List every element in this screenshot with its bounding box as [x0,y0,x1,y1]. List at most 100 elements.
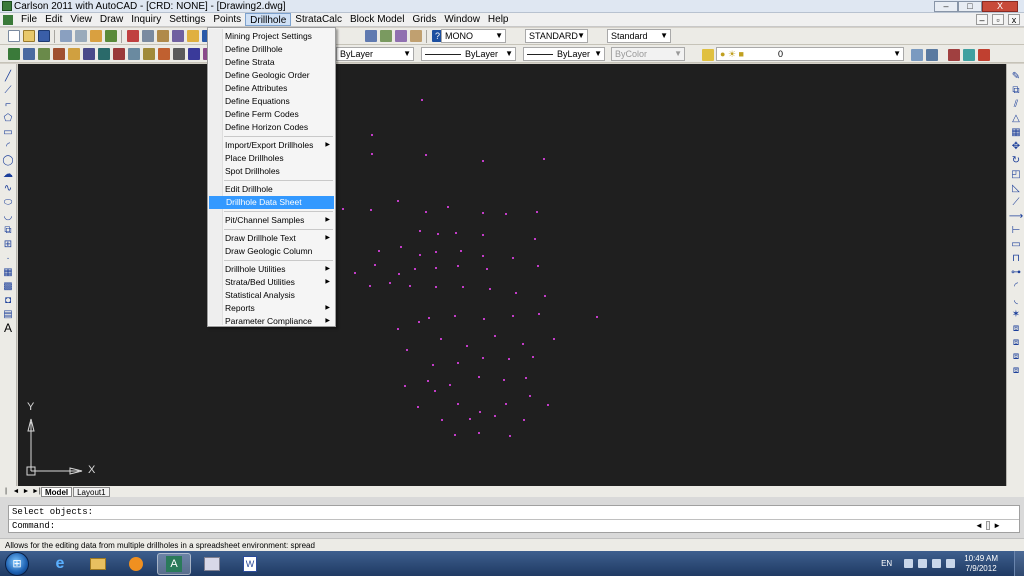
drillhole-point[interactable] [425,154,427,156]
rotate-icon[interactable]: ↻ [1010,154,1022,166]
polygon-icon[interactable]: ⬠ [2,112,14,124]
menu-item-define-ferm-codes[interactable]: Define Ferm Codes [208,108,335,121]
volume-icon[interactable] [946,559,956,568]
block-icon[interactable] [186,30,199,42]
rectangle-icon[interactable]: ▭ [2,126,14,138]
drillhole-point[interactable] [482,357,484,359]
join-icon[interactable]: ⊓ [1010,252,1022,264]
calculator-icon[interactable] [409,30,422,42]
carlson-tool-icon-2[interactable] [22,47,35,60]
drillhole-point[interactable] [536,211,538,213]
scroll-right-icon[interactable]: ► [993,521,1001,530]
drillhole-point[interactable] [486,268,488,270]
carlson-tool-icon-13[interactable] [187,47,200,60]
publish-icon[interactable] [89,30,102,42]
drillhole-point[interactable] [419,230,421,232]
draworder-under-icon[interactable]: ⧈ [1010,364,1022,376]
first-tab-button[interactable]: |◄ [2,487,10,504]
drillhole-point[interactable] [400,246,402,248]
drillhole-point[interactable] [479,411,481,413]
lineweight-combo[interactable]: ByLayer ▼ [523,47,605,61]
drillhole-point[interactable] [389,282,391,284]
drillhole-point[interactable] [529,395,531,397]
carlson-tool-icon-12[interactable] [172,47,185,60]
menu-item-pit-channel-samples[interactable]: Pit/Channel Samples ▶ [208,214,335,227]
plot-icon[interactable] [104,30,117,42]
spline-icon[interactable]: ∿ [2,182,14,194]
line-icon[interactable]: ╱ [2,70,14,82]
drillhole-point[interactable] [466,345,468,347]
menu-item-define-attributes[interactable]: Define Attributes [208,82,335,95]
paste-icon[interactable] [156,30,169,42]
construction-line-icon[interactable]: ⟋ [2,84,14,96]
stretch-icon[interactable]: ◺ [1010,182,1022,194]
drillhole-point[interactable] [534,238,536,240]
carlson-tool-icon-9[interactable] [127,47,140,60]
drillhole-point[interactable] [435,267,437,269]
scale-icon[interactable]: ◰ [1010,168,1022,180]
snipping-tool-icon[interactable] [195,553,229,575]
text-style-combo[interactable]: MONO ▼ [441,29,506,43]
language-indicator[interactable]: EN [881,559,892,568]
make-block-icon[interactable]: ⊞ [2,238,14,250]
menu-item-statistical-analysis[interactable]: Statistical Analysis [208,289,335,302]
break-at-point-icon[interactable]: ⊢ [1010,224,1022,236]
show-desktop-button[interactable] [1014,551,1024,576]
insert-block-icon[interactable]: ⧉ [2,224,14,236]
menu-stratacalc[interactable]: StrataCalc [291,13,346,26]
arc-tool-icon[interactable] [977,49,990,61]
drillhole-point[interactable] [455,232,457,234]
drillhole-point[interactable] [432,364,434,366]
drillhole-point[interactable] [404,385,406,387]
maximize-button[interactable]: □ [958,1,982,12]
action-center-icon[interactable] [904,559,914,568]
drillhole-point[interactable] [482,255,484,257]
drillhole-point[interactable] [596,316,598,318]
menu-item-edit-drillhole[interactable]: Edit Drillhole [208,183,335,196]
drillhole-point[interactable] [523,419,525,421]
doc-close-button[interactable]: x [1008,14,1020,25]
drillhole-point[interactable] [522,343,524,345]
drillhole-point[interactable] [434,390,436,392]
carlson-autocad-task[interactable]: A [157,552,191,575]
drillhole-point[interactable] [512,315,514,317]
revision-cloud-icon[interactable]: ☁ [2,168,14,180]
drillhole-point[interactable] [378,250,380,252]
tab-model[interactable]: Model [41,486,73,497]
menu-item-strata-bed-utilities[interactable]: Strata/Bed Utilities ▶ [208,276,335,289]
drillhole-point[interactable] [370,209,372,211]
carlson-tool-icon-1[interactable] [7,47,20,60]
drillhole-point[interactable] [449,384,451,386]
drillhole-point[interactable] [440,338,442,340]
layer-manager-icon[interactable] [701,49,714,61]
dim-style-combo[interactable]: STANDARD ▼ [525,29,588,43]
drillhole-point[interactable] [460,250,462,252]
drillhole-point[interactable] [435,251,437,253]
zoom-icon[interactable] [962,49,975,61]
menu-item-reports[interactable]: Reports ▶ [208,302,335,315]
drillhole-point[interactable] [406,349,408,351]
drillhole-point[interactable] [397,328,399,330]
menu-item-drillhole-utilities[interactable]: Drillhole Utilities ▶ [208,263,335,276]
menu-view[interactable]: View [66,13,96,26]
drillhole-point[interactable] [417,406,419,408]
trim-icon[interactable]: ⟋ [1010,196,1022,208]
drillhole-point[interactable] [469,418,471,420]
minimize-button[interactable]: – [934,1,958,12]
drillhole-point[interactable] [537,265,539,267]
menu-item-define-drillhole[interactable]: Define Drillhole [208,43,335,56]
drillhole-point[interactable] [509,435,511,437]
carlson-tool-icon-11[interactable] [157,47,170,60]
gradient-icon[interactable]: ▩ [2,280,14,292]
menu-item-define-equations[interactable]: Define Equations [208,95,335,108]
menu-item-define-horizon-codes[interactable]: Define Horizon Codes [208,121,335,134]
drillhole-point[interactable] [397,200,399,202]
media-player-icon[interactable] [119,553,153,575]
drillhole-point[interactable] [494,415,496,417]
open-icon[interactable] [22,30,35,42]
drillhole-point[interactable] [553,338,555,340]
drillhole-point[interactable] [538,313,540,315]
file-explorer-icon[interactable] [81,553,115,575]
drillhole-point[interactable] [414,268,416,270]
drillhole-point[interactable] [482,160,484,162]
